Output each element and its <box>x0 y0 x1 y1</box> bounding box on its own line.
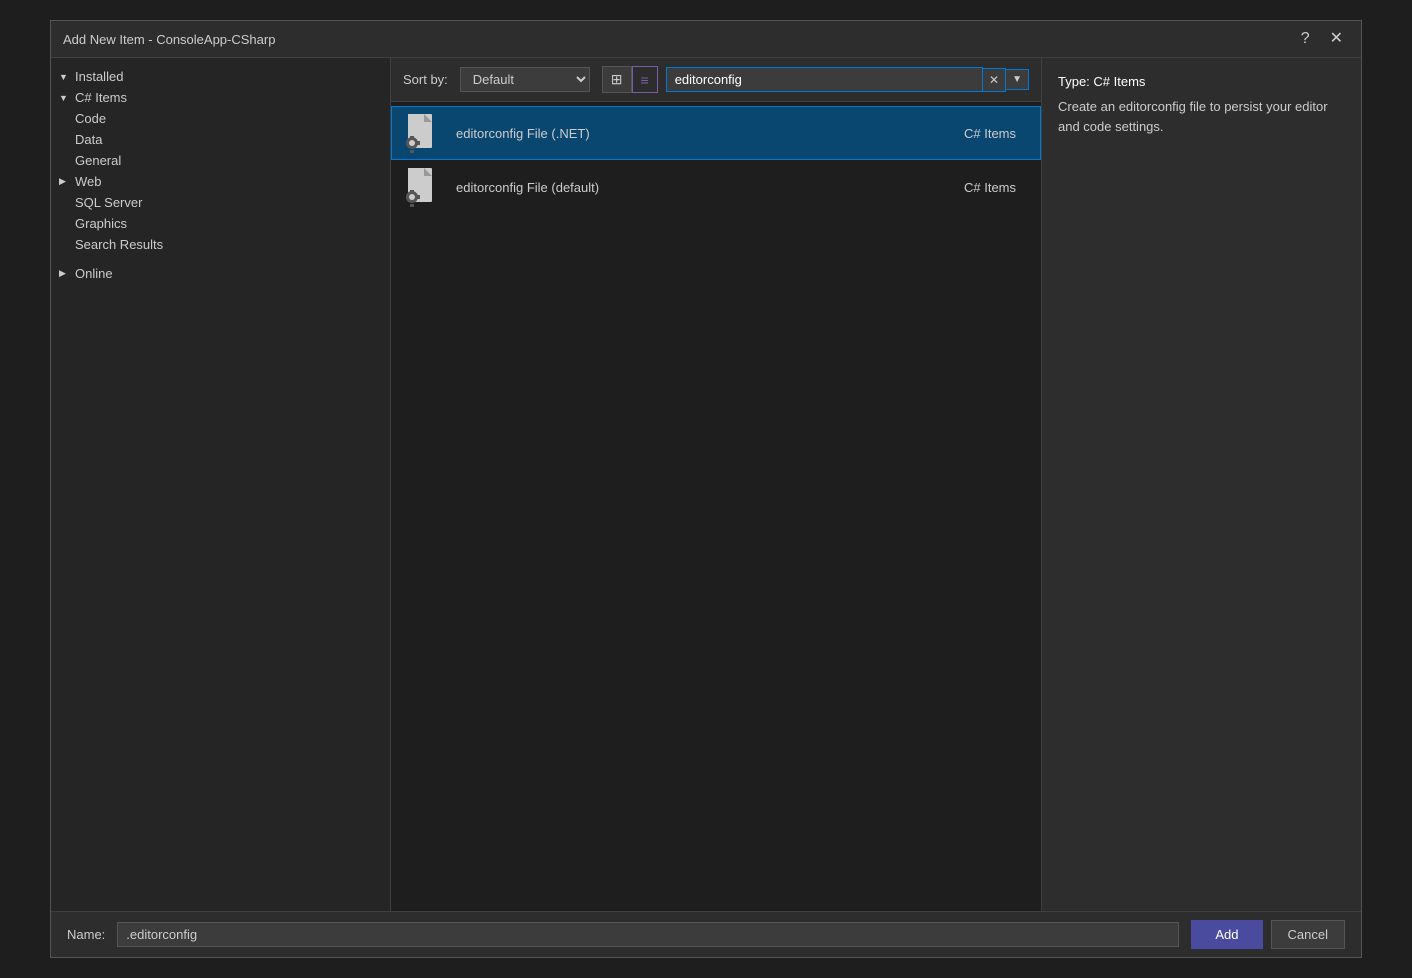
sidebar-item-online[interactable]: ▶ Online <box>51 263 390 284</box>
search-wrapper: ✕ ▼ <box>666 67 1029 92</box>
installed-arrow: ▼ <box>59 72 71 82</box>
sidebar-item-c-items[interactable]: ▼ C# Items <box>51 87 390 108</box>
editorconfig-net-icon <box>406 113 442 153</box>
close-button[interactable]: ✕ <box>1324 29 1349 49</box>
content-area: Sort by: Default Name Type ⊞ ≡ ✕ ▼ <box>391 58 1041 911</box>
sidebar: ▼ Installed ▼ C# Items Code Data General <box>51 58 391 911</box>
sidebar-item-graphics[interactable]: Graphics <box>51 213 390 234</box>
add-button[interactable]: Add <box>1191 920 1262 949</box>
type-description: Create an editorconfig file to persist y… <box>1058 97 1345 136</box>
item-name: editorconfig File (.NET) <box>456 126 964 141</box>
item-icon <box>404 113 444 153</box>
view-list-button[interactable]: ≡ <box>632 66 658 93</box>
add-new-item-dialog: Add New Item - ConsoleApp-CSharp ? ✕ ▼ I… <box>50 20 1362 958</box>
list-item[interactable]: editorconfig File (default) C# Items <box>391 160 1041 214</box>
title-bar: Add New Item - ConsoleApp-CSharp ? ✕ <box>51 21 1361 58</box>
sidebar-item-data[interactable]: Data <box>51 129 390 150</box>
search-clear-button[interactable]: ✕ <box>983 68 1006 92</box>
bottom-bar: Name: Add Cancel <box>51 911 1361 957</box>
item-category: C# Items <box>964 126 1016 141</box>
sidebar-item-search-results-label: Search Results <box>75 237 163 252</box>
items-list: editorconfig File (.NET) C# Items <box>391 102 1041 911</box>
bottom-buttons: Add Cancel <box>1191 920 1345 949</box>
toolbar: Sort by: Default Name Type ⊞ ≡ ✕ ▼ <box>391 58 1041 102</box>
c-items-arrow: ▼ <box>59 93 71 103</box>
type-label: Type: <box>1058 74 1090 89</box>
search-input[interactable] <box>666 67 983 92</box>
sort-label: Sort by: <box>403 72 448 87</box>
sidebar-item-graphics-label: Graphics <box>75 216 127 231</box>
cancel-button[interactable]: Cancel <box>1271 920 1345 949</box>
search-dropdown-button[interactable]: ▼ <box>1006 69 1029 90</box>
sidebar-item-general[interactable]: General <box>51 150 390 171</box>
type-value: C# Items <box>1093 74 1145 89</box>
sort-select[interactable]: Default Name Type <box>460 67 590 92</box>
sidebar-item-data-label: Data <box>75 132 102 147</box>
sidebar-item-installed-label: Installed <box>75 69 123 84</box>
right-panel: Type: C# Items Create an editorconfig fi… <box>1041 58 1361 911</box>
title-bar-buttons: ? ✕ <box>1295 29 1349 49</box>
sidebar-item-search-results[interactable]: Search Results <box>51 234 390 255</box>
help-button[interactable]: ? <box>1295 29 1316 49</box>
sidebar-item-web-label: Web <box>75 174 102 189</box>
sidebar-item-web[interactable]: ▶ Web <box>51 171 390 192</box>
sidebar-item-sql-server[interactable]: SQL Server <box>51 192 390 213</box>
item-category: C# Items <box>964 180 1016 195</box>
name-label: Name: <box>67 927 105 942</box>
sidebar-item-installed[interactable]: ▼ Installed <box>51 66 390 87</box>
dialog-title: Add New Item - ConsoleApp-CSharp <box>63 32 275 47</box>
name-input[interactable] <box>117 922 1179 947</box>
sidebar-item-sql-label: SQL Server <box>75 195 142 210</box>
web-arrow: ▶ <box>59 176 71 187</box>
online-arrow: ▶ <box>59 268 71 279</box>
sidebar-item-online-label: Online <box>75 266 113 281</box>
sidebar-item-code-label: Code <box>75 111 106 126</box>
editorconfig-default-icon <box>406 167 442 207</box>
type-row: Type: C# Items <box>1058 74 1345 89</box>
main-content: ▼ Installed ▼ C# Items Code Data General <box>51 58 1361 911</box>
sidebar-item-code[interactable]: Code <box>51 108 390 129</box>
item-name: editorconfig File (default) <box>456 180 964 195</box>
view-toggle: ⊞ ≡ <box>602 66 658 93</box>
sidebar-item-c-items-label: C# Items <box>75 90 127 105</box>
sidebar-item-general-label: General <box>75 153 121 168</box>
item-icon <box>404 167 444 207</box>
list-item[interactable]: editorconfig File (.NET) C# Items <box>391 106 1041 160</box>
view-grid-button[interactable]: ⊞ <box>602 66 632 93</box>
